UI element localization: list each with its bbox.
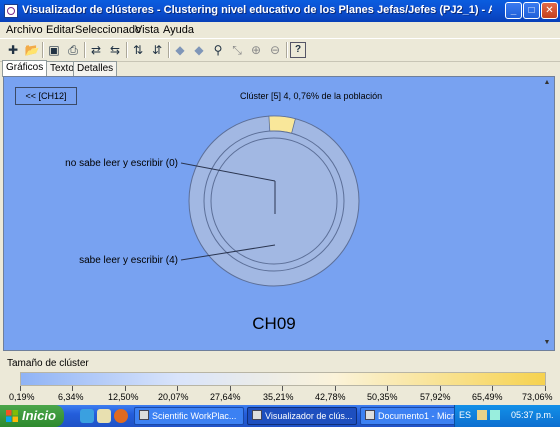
toolbar-separator (84, 42, 86, 58)
start-label: Inicio (22, 408, 56, 423)
new-icon[interactable]: ✚ (5, 42, 21, 58)
maximize-button[interactable]: □ (523, 2, 540, 19)
title-bar: Visualizador de clústeres - Clustering n… (0, 0, 560, 22)
task-visualizador[interactable]: Visualizador de clús... (247, 407, 357, 425)
legend-tick-label: 73,06% (522, 392, 553, 402)
task-label: Visualizador de clús... (265, 411, 353, 421)
canvas-scrollbar[interactable]: ▲ ▼ (542, 79, 552, 347)
task-app-icon (365, 410, 375, 420)
task-label: Scientific WorkPlac... (152, 411, 237, 421)
legend-tick-label: 12,50% (108, 392, 139, 402)
sort-icon[interactable]: ⇅ (130, 42, 146, 58)
close-button[interactable]: ✕ (541, 2, 558, 19)
tray-icon[interactable] (477, 410, 487, 420)
zoom-window-icon[interactable]: ⤡ (229, 42, 245, 58)
task-app-icon (252, 410, 262, 420)
task-scientific-workplace[interactable]: Scientific WorkPlac... (134, 407, 244, 425)
desktop-icon[interactable] (97, 409, 111, 423)
start-button[interactable]: Inicio (0, 405, 64, 427)
toolbar: ✚ 📂 ▣ ⎙ ⇄ ⇆ ⇅ ⇵ ◆ ◆ ⚲ ⤡ ⊕ ⊖ ? (0, 38, 560, 62)
menu-archivo[interactable]: Archivo (6, 24, 43, 36)
task-label: Documento1 - Micr... (378, 411, 456, 421)
legend-title: Tamaño de clúster (7, 358, 89, 369)
legend-tick-label: 65,49% (472, 392, 503, 402)
toolbar-separator (42, 42, 44, 58)
refresh-icon[interactable]: ⇄ (88, 42, 104, 58)
legend-tick-label: 35,21% (263, 392, 294, 402)
legend-tick-labels: 0,19% 6,34% 12,50% 20,07% 27,64% 35,21% … (0, 392, 560, 404)
filter-icon[interactable]: ⇵ (149, 42, 165, 58)
menu-bar: Archivo Editar Seleccionado Vista Ayuda (0, 22, 560, 38)
network-icon[interactable] (490, 410, 500, 420)
windows-flag-icon (6, 410, 18, 422)
tab-strip: Gráficos Texto Detalles (0, 60, 560, 77)
legend-tick-label: 6,34% (58, 392, 84, 402)
back-arrow-icon[interactable]: ◆ (172, 42, 188, 58)
legend-tick-label: 27,64% (210, 392, 241, 402)
zoom-out-icon[interactable]: ⊖ (267, 42, 283, 58)
cluster-ring-chart: no sabe leer y escribir (0) sabe leer y … (65, 115, 360, 333)
system-tray: ES 05:37 p.m. (454, 405, 560, 427)
legend-tick-label: 20,07% (158, 392, 189, 402)
scroll-up-icon[interactable]: ▲ (542, 79, 552, 87)
task-documento1[interactable]: Documento1 - Micr... (360, 407, 456, 425)
binoculars-icon[interactable]: ⚲ (210, 42, 226, 58)
language-indicator[interactable]: ES (459, 410, 471, 420)
swap-icon[interactable]: ⇆ (107, 42, 123, 58)
clock: 05:37 p.m. (511, 410, 554, 420)
toolbar-separator (286, 42, 288, 58)
app-icon (4, 4, 18, 18)
cluster-canvas: << [CH12] Clúster [5] 4, 0,76% de la pob… (3, 76, 555, 351)
menu-editar[interactable]: Editar (46, 24, 75, 36)
help-icon[interactable]: ? (290, 42, 306, 58)
toolbar-separator (126, 42, 128, 58)
legend-tick-label: 50,35% (367, 392, 398, 402)
minimize-button[interactable]: _ (505, 2, 522, 19)
menu-seleccionado[interactable]: Seleccionado (75, 24, 141, 36)
legend-tick-label: 57,92% (420, 392, 451, 402)
task-app-icon (139, 410, 149, 420)
forward-arrow-icon[interactable]: ◆ (191, 42, 207, 58)
print-icon[interactable]: ⎙ (65, 42, 81, 58)
firefox-icon[interactable] (114, 409, 128, 423)
toolbar-separator (168, 42, 170, 58)
menu-ayuda[interactable]: Ayuda (163, 24, 194, 36)
legend-tick-label: 42,78% (315, 392, 346, 402)
label-sabe: sabe leer y escribir (4) (79, 255, 178, 266)
open-icon[interactable]: 📂 (24, 42, 40, 58)
ie-icon[interactable] (80, 409, 94, 423)
window-title: Visualizador de clústeres - Clustering n… (22, 4, 492, 16)
taskbar: Inicio Scientific WorkPlac... Visualizad… (0, 405, 560, 427)
legend-tick-label: 0,19% (9, 392, 35, 402)
scroll-down-icon[interactable]: ▼ (542, 339, 552, 347)
zoom-in-icon[interactable]: ⊕ (248, 42, 264, 58)
menu-vista[interactable]: Vista (135, 24, 159, 36)
label-no-sabe: no sabe leer y escribir (0) (65, 158, 178, 169)
tab-graficos[interactable]: Gráficos (2, 60, 48, 77)
save-icon[interactable]: ▣ (46, 42, 62, 58)
cluster-label: CH09 (252, 314, 295, 333)
tab-detalles[interactable]: Detalles (73, 61, 118, 76)
legend-color-scale (20, 372, 546, 386)
